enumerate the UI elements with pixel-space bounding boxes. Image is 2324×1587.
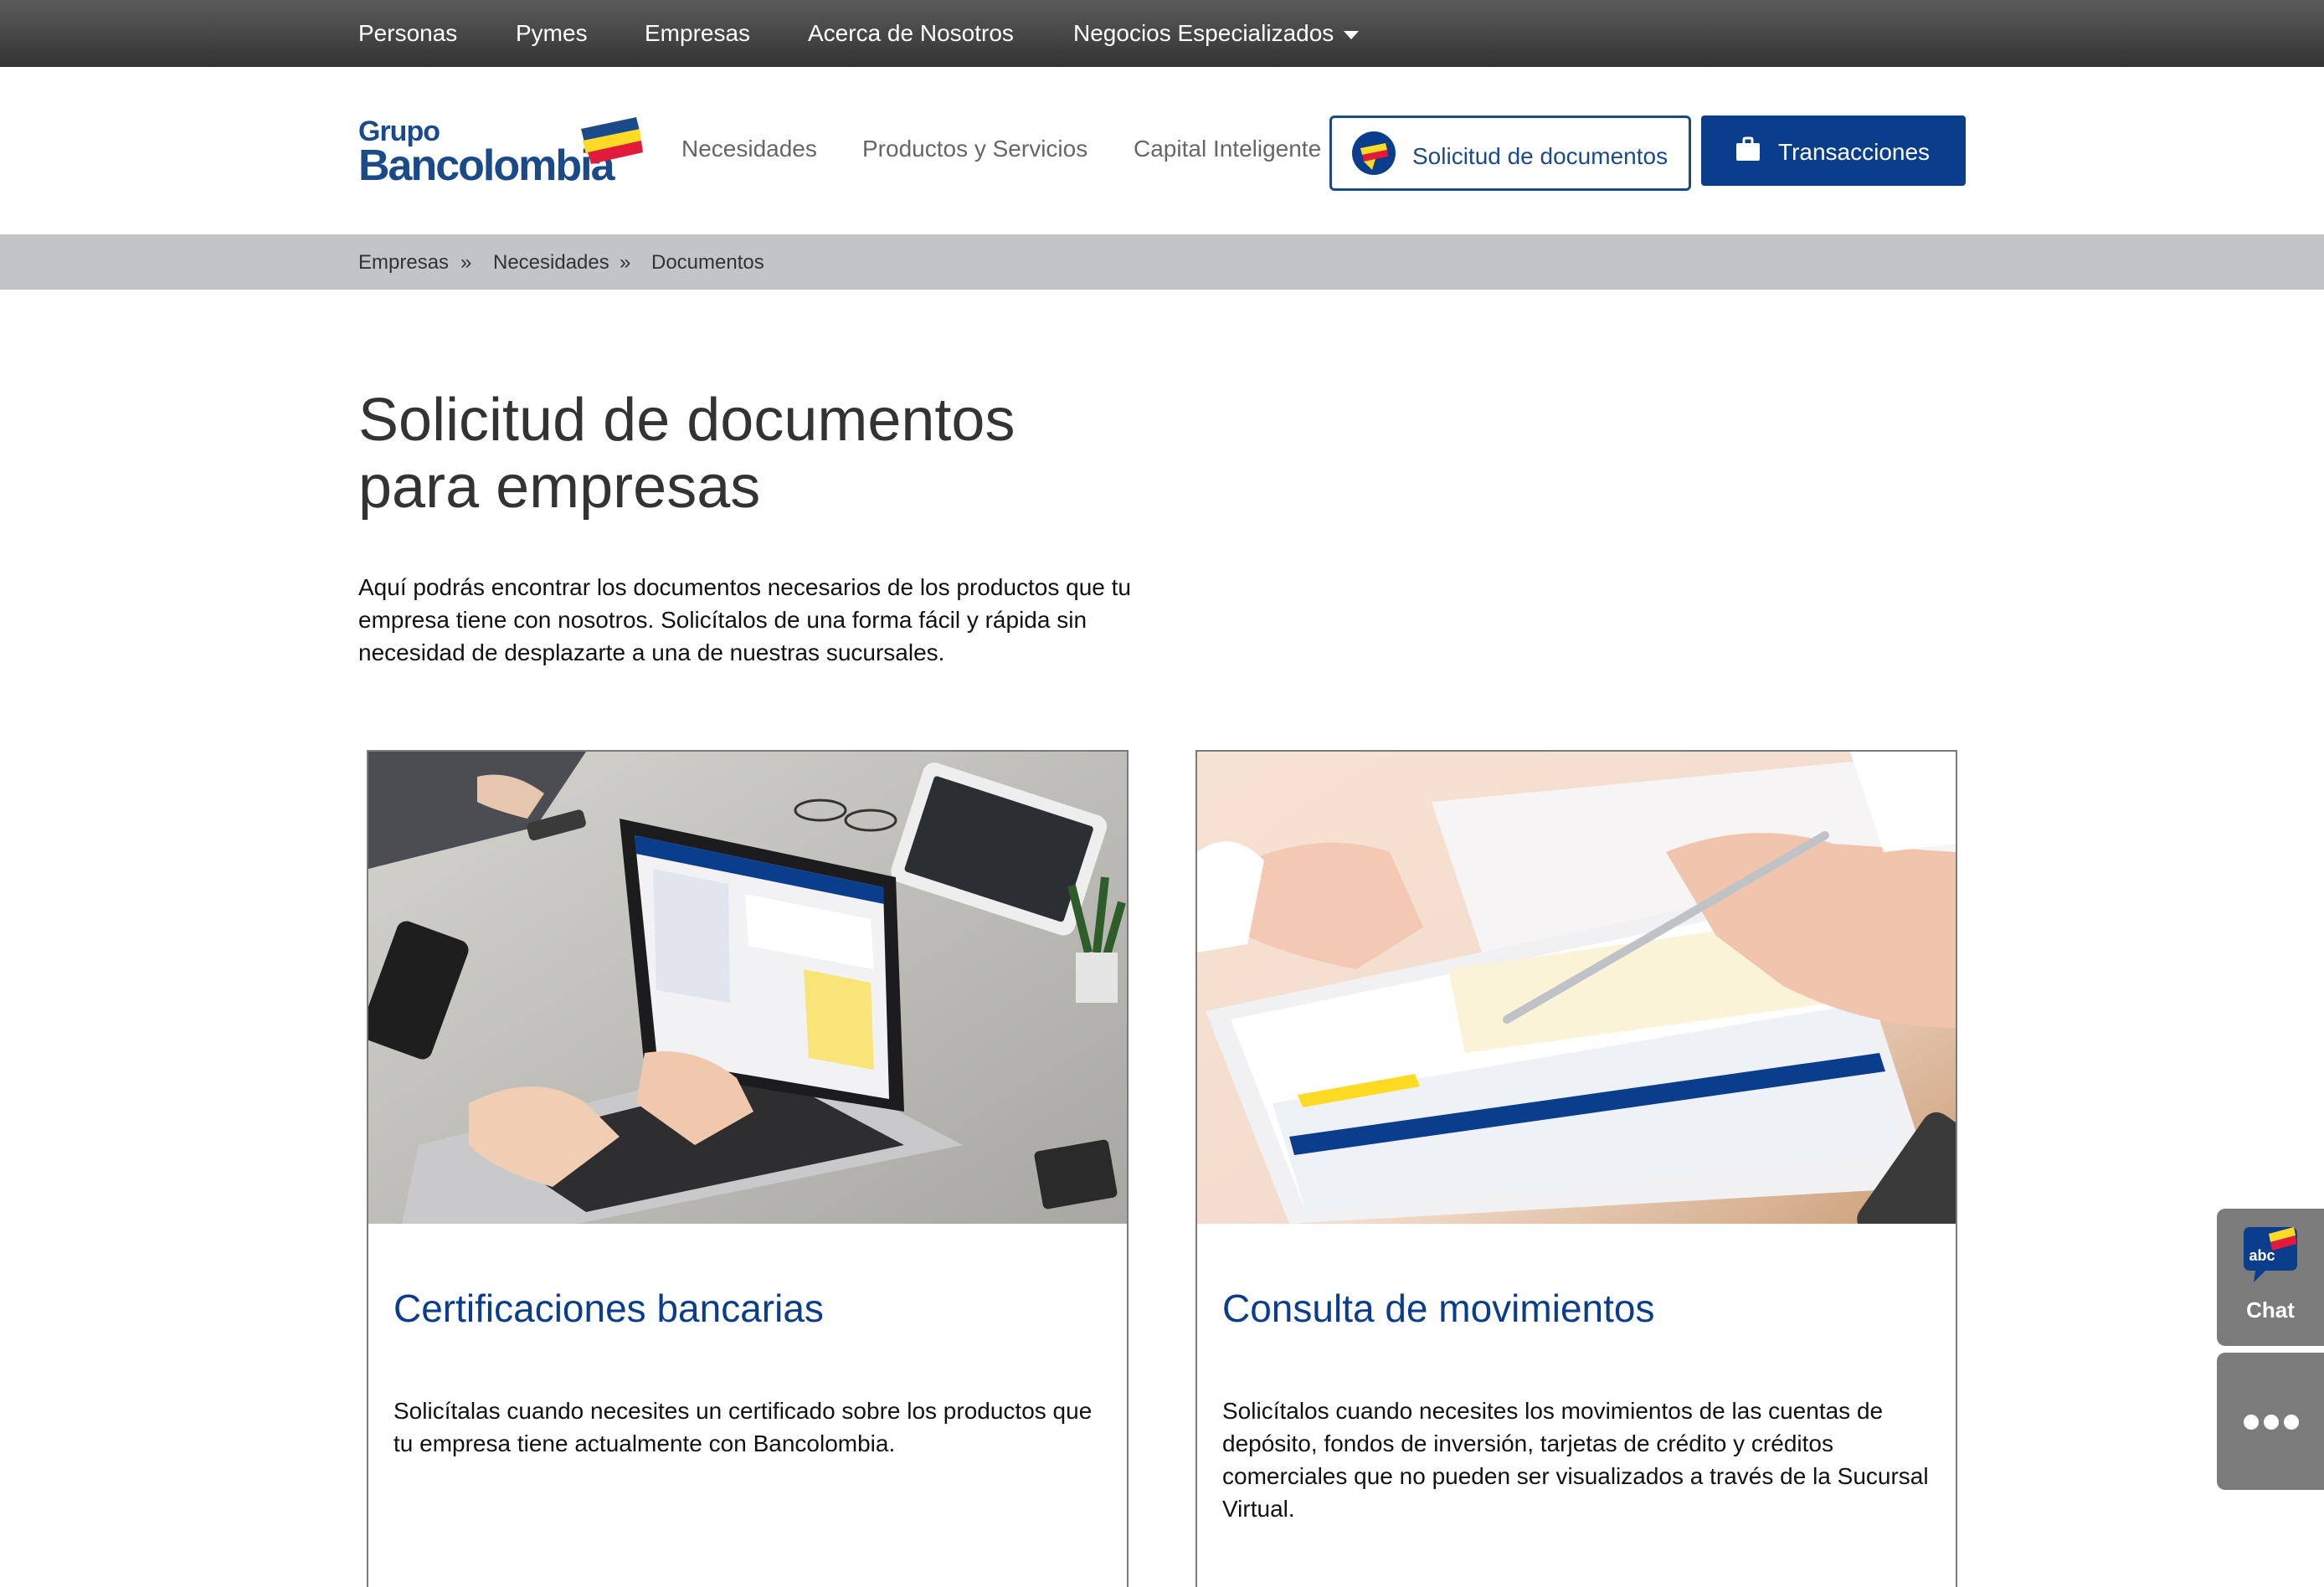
card-description: Solicítalas cuando necesites un certific… (393, 1398, 1093, 1456)
site-header: Grupo Bancolombia Necesidades Productos … (0, 67, 2324, 234)
card-title[interactable]: Consulta de movimientos (1222, 1286, 1654, 1331)
logo-flag-icon (581, 117, 643, 164)
card-description: Solicítalos cuando necesites los movimie… (1222, 1398, 1929, 1522)
caret-down-icon (1344, 30, 1360, 39)
card-consulta-movimientos[interactable]: Consulta de movimientos Solicítalos cuan… (1195, 750, 1957, 1587)
transactions-button[interactable]: Transacciones (1701, 116, 1966, 186)
briefcase-icon (1736, 136, 1760, 161)
topnav-item-empresas[interactable]: Empresas (645, 0, 750, 67)
more-dots-icon (2244, 1415, 2259, 1430)
chat-label: Chat (2246, 1297, 2295, 1322)
document-request-button[interactable]: Solicitud de documentos (1329, 116, 1691, 191)
logo-bancolombia-text: Bancolombia (358, 141, 614, 190)
transactions-label: Transacciones (1778, 139, 1931, 165)
breadcrumb-item-documentos: Documentos (651, 251, 764, 274)
breadcrumb-item-empresas[interactable]: Empresas (358, 251, 449, 275)
card-title[interactable]: Certificaciones bancarias (393, 1286, 824, 1331)
bancolombia-logo[interactable]: Grupo Bancolombia (358, 116, 643, 191)
breadcrumb: Empresas » Necesidades » Documentos (0, 234, 2324, 290)
page-title-line2: para empresas (358, 454, 761, 521)
more-dots-icon (2284, 1415, 2299, 1430)
tablet-pen-photo (1197, 752, 1956, 1224)
page-title: Solicitud de documentos para empresas (358, 387, 1195, 521)
breadcrumb-item-necesidades[interactable]: Necesidades (493, 251, 609, 275)
more-options-button[interactable] (2217, 1353, 2324, 1490)
mainnav-item-productos[interactable]: Productos y Servicios (862, 136, 1087, 162)
top-nav: Personas Pymes Empresas Acerca de Nosotr… (0, 0, 2324, 67)
topnav-item-personas[interactable]: Personas (358, 0, 457, 67)
document-request-icon (1352, 131, 1396, 175)
laptop-office-photo (368, 752, 1127, 1224)
document-request-label: Solicitud de documentos (1412, 143, 1668, 169)
breadcrumb-separator: » (460, 251, 472, 274)
mainnav-item-necesidades[interactable]: Necesidades (681, 136, 817, 162)
chat-widget-button[interactable]: abc Chat (2217, 1209, 2324, 1346)
mainnav-item-capital[interactable]: Capital Inteligente (1134, 136, 1321, 162)
topnav-item-pymes[interactable]: Pymes (516, 0, 588, 67)
chat-bubble-icon: abc (2244, 1227, 2297, 1282)
topnav-item-negocios[interactable]: Negocios Especializados (1073, 0, 1360, 67)
chat-badge-text: abc (2249, 1247, 2275, 1264)
breadcrumb-separator: » (620, 251, 631, 274)
intro-paragraph: Aquí podrás encontrar los documentos nec… (358, 574, 1132, 665)
topnav-item-negocios-label: Negocios Especializados (1073, 20, 1334, 46)
more-dots-icon (2264, 1415, 2279, 1430)
card-certificaciones[interactable]: Certificaciones bancarias Solicítalas cu… (367, 750, 1129, 1587)
topnav-item-acerca[interactable]: Acerca de Nosotros (808, 0, 1014, 67)
page-title-line1: Solicitud de documentos (358, 387, 1015, 454)
